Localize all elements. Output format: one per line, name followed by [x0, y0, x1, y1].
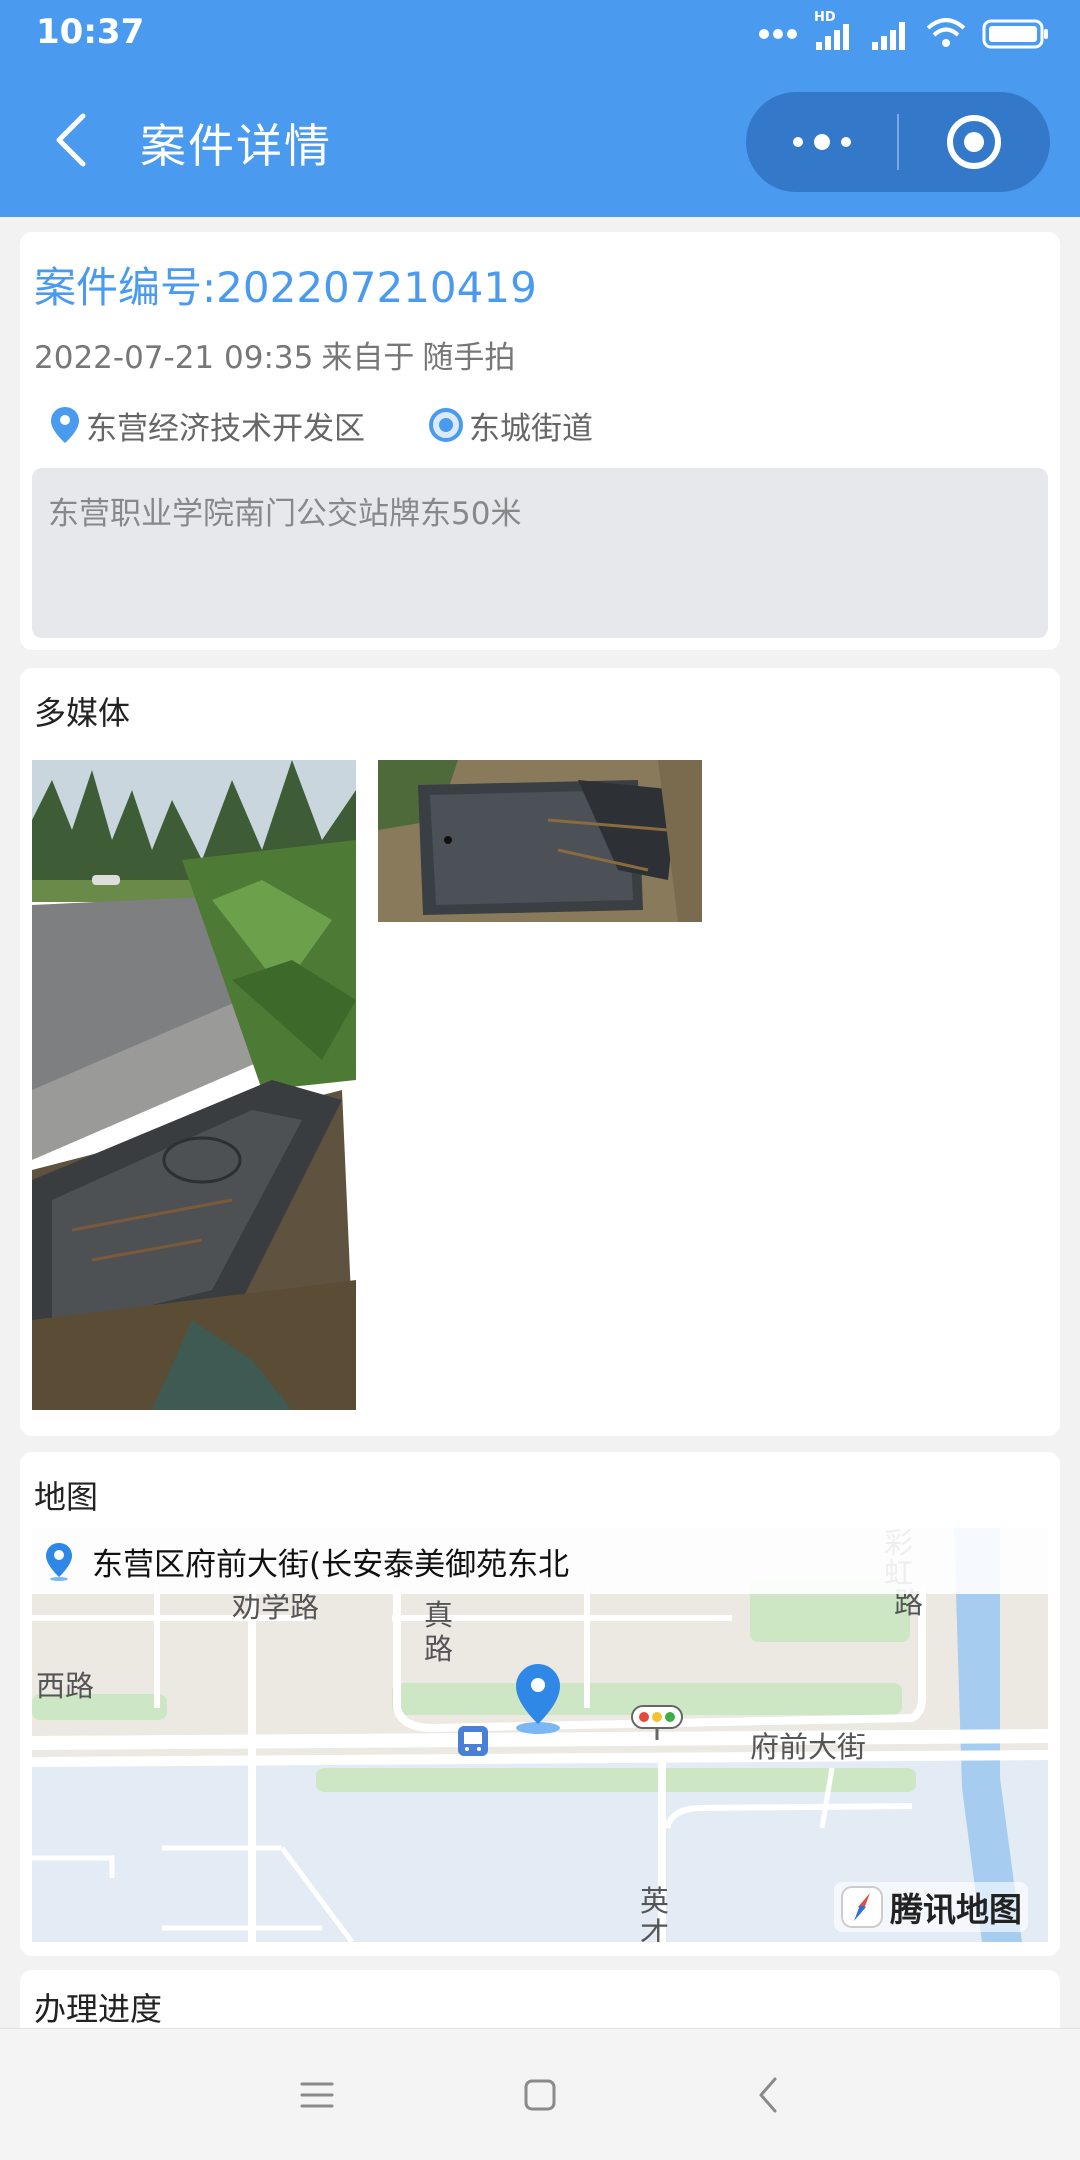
nav-bar: 案件详情 — [0, 80, 1080, 200]
square-icon — [524, 2079, 556, 2111]
map-label-zhen-road: 路 — [424, 1632, 454, 1666]
chevron-left-icon — [56, 113, 86, 167]
district-tag: 东营经济技术开发区 — [48, 403, 365, 448]
media-title: 多媒体 — [34, 694, 131, 732]
location-row: 东营经济技术开发区 东城街道 — [48, 400, 593, 450]
case-number: 案件编号:202207210419 — [34, 263, 537, 312]
more-dots-icon — [792, 134, 851, 150]
recent-apps-button[interactable] — [287, 2065, 347, 2125]
street-label: 东城街道 — [469, 410, 593, 447]
map-label-xi-road: 西路 — [36, 1669, 95, 1703]
map-title: 地图 — [34, 1478, 99, 1516]
progress-card: 办理进度 — [20, 1970, 1060, 2030]
signal-icon — [872, 22, 905, 50]
battery-icon — [982, 19, 1048, 49]
bus-stop-icon — [458, 1726, 488, 1756]
case-photo-2[interactable] — [378, 760, 702, 922]
progress-title: 办理进度 — [34, 1990, 163, 2028]
page-title: 案件详情 — [140, 119, 332, 173]
more-button[interactable] — [746, 92, 897, 192]
map-provider-name: 腾讯地图 — [890, 1890, 1022, 1929]
compass-icon — [841, 1886, 883, 1928]
home-button[interactable] — [510, 2065, 570, 2125]
case-info-card: 案件编号:202207210419 2022-07-21 09:35 来自于 随手拍… — [20, 232, 1060, 650]
menu-lines-icon — [300, 2082, 334, 2108]
map-label-fuqian-street: 府前大街 — [750, 1730, 867, 1764]
map-callout-text: 东营区府前大街(长安泰美御苑东北 — [92, 1546, 570, 1583]
case-datetime: 2022-07-21 09:35 — [34, 340, 314, 376]
map-label-cai: 才 — [640, 1916, 670, 1942]
map-callout: 东营区府前大街(长安泰美御苑东北 — [32, 1528, 1048, 1594]
back-button[interactable] — [40, 105, 100, 175]
map-card: 地图 西路 劝学路 真 路 府前大街 路 英 才 东营区府前大街(长安泰美御苑东… — [20, 1452, 1060, 1956]
address-box: 东营职业学院南门公交站牌东50米 — [32, 468, 1048, 638]
dots-icon — [759, 29, 797, 39]
chevron-left-icon — [759, 2077, 777, 2113]
location-target-icon — [429, 408, 463, 442]
status-bar: 10:37 HD — [0, 0, 1080, 66]
map-pin-icon — [46, 1543, 72, 1581]
street-tag: 东城街道 — [427, 403, 593, 448]
status-time: 10:37 — [36, 12, 145, 52]
map-provider-logo: 腾讯地图 — [834, 1882, 1028, 1932]
case-photo-1[interactable] — [32, 760, 356, 1410]
target-circle-icon — [947, 115, 1002, 169]
case-meta: 2022-07-21 09:35 来自于 随手拍 — [34, 332, 523, 377]
district-label: 东营经济技术开发区 — [86, 410, 365, 447]
close-button[interactable] — [899, 92, 1050, 192]
case-source-prefix: 来自于 — [321, 340, 415, 376]
wifi-icon — [926, 18, 966, 47]
map-view[interactable]: 西路 劝学路 真 路 府前大街 彩 虹 路 英 才 东营区府前大街(长安泰美御苑… — [32, 1528, 1048, 1942]
map-pin-icon — [51, 407, 79, 443]
status-icons: HD — [758, 10, 1050, 54]
media-card: 多媒体 — [20, 668, 1060, 1436]
app-header: 10:37 HD 案件详情 — [0, 0, 1080, 217]
hd-signal-icon: HD — [814, 10, 854, 52]
system-nav-bar — [0, 2028, 1080, 2160]
mini-program-capsule — [746, 92, 1050, 192]
system-back-button[interactable] — [738, 2065, 798, 2125]
case-source: 随手拍 — [422, 340, 516, 376]
